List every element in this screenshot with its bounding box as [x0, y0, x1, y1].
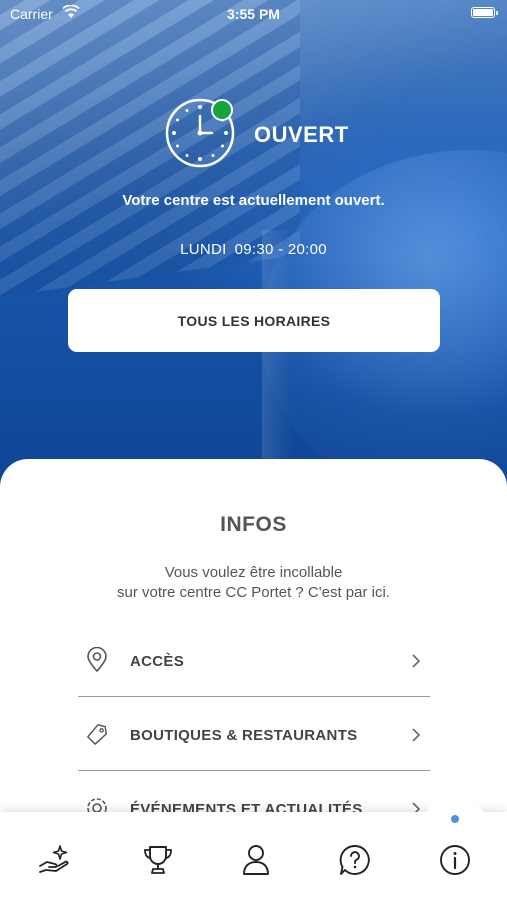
infos-description: Vous voulez être incollable sur votre ce…: [0, 563, 507, 603]
tab-rewards[interactable]: [138, 840, 178, 880]
infos-description-line1: Vous voulez être incollable: [164, 564, 343, 581]
infos-description-line2: sur votre centre CC Portet ? C'est par i…: [117, 584, 390, 601]
tab-profile[interactable]: [236, 840, 276, 880]
tab-info[interactable]: [435, 840, 475, 880]
hero-stripes: [0, 0, 300, 306]
open-status-dot: [211, 99, 233, 121]
info-row-label: ACCÈS: [130, 653, 185, 670]
tab-active-indicator: [451, 815, 459, 823]
info-icon: [440, 845, 470, 875]
infos-title: INFOS: [220, 513, 287, 536]
open-status-label: OUVERT: [254, 122, 349, 147]
help-icon: [339, 845, 370, 875]
hand-sparkle-icon: [39, 845, 69, 873]
today-time-range: 09:30 - 20:00: [234, 241, 327, 258]
battery-icon: [471, 7, 498, 18]
status-bar: Carrier 3:55 PM: [0, 0, 507, 28]
open-status-description: Votre centre est actuellement ouvert.: [122, 192, 385, 209]
profile-icon: [243, 845, 269, 875]
all-hours-button[interactable]: TOUS LES HORAIRES: [68, 289, 440, 352]
info-row-acces[interactable]: ACCÈS: [78, 625, 430, 697]
chevron-right-icon: [412, 728, 421, 742]
hero-banner: [0, 0, 507, 520]
info-row-label: BOUTIQUES & RESTAURANTS: [130, 727, 358, 744]
chevron-right-icon: [412, 654, 421, 668]
info-row-boutiques[interactable]: BOUTIQUES & RESTAURANTS: [78, 699, 430, 771]
location-pin-icon: [87, 647, 107, 673]
today-day: LUNDI: [180, 241, 227, 258]
today-hours: LUNDI 09:30 - 20:00: [0, 241, 507, 258]
trophy-icon: [144, 846, 172, 874]
tab-help[interactable]: [335, 840, 375, 880]
clock-time: 3:55 PM: [227, 6, 280, 22]
tag-icon: [87, 724, 107, 745]
tab-services[interactable]: [34, 840, 74, 880]
